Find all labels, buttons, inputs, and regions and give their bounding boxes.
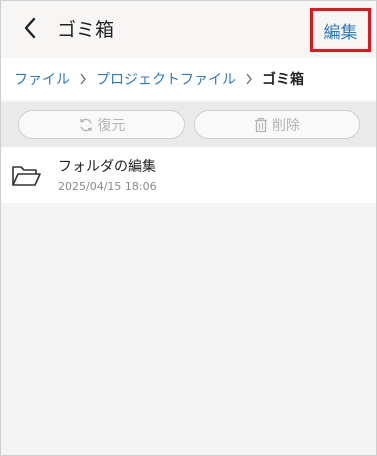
chevron-left-icon (23, 17, 37, 43)
list-item[interactable]: フォルダの編集 2025/04/15 18:06 (1, 147, 376, 203)
breadcrumb-item-project-files[interactable]: プロジェクトファイル (96, 69, 236, 89)
chevron-right-icon (79, 73, 87, 85)
refresh-icon (78, 117, 94, 133)
folder-open-icon (11, 164, 41, 192)
page-title: ゴミ箱 (57, 19, 115, 41)
back-button[interactable] (15, 16, 45, 44)
breadcrumb: ファイル プロジェクトファイル ゴミ箱 (1, 58, 376, 100)
restore-label: 復元 (97, 117, 126, 134)
app-frame: ゴミ箱 編集 ファイル プロジェクトファイル ゴミ箱 復元 削除 フォルダの編集… (0, 0, 377, 456)
edit-button[interactable]: 編集 (310, 8, 371, 52)
trash-icon (254, 117, 268, 133)
breadcrumb-item-trash: ゴミ箱 (262, 72, 304, 88)
header: ゴミ箱 編集 (1, 1, 376, 58)
chevron-right-icon (245, 73, 253, 85)
delete-button[interactable]: 削除 (194, 110, 360, 139)
item-name: フォルダの編集 (58, 159, 156, 175)
breadcrumb-item-files[interactable]: ファイル (14, 69, 70, 89)
restore-button[interactable]: 復元 (18, 110, 185, 139)
delete-label: 削除 (272, 117, 300, 134)
action-toolbar: 復元 削除 (1, 102, 376, 147)
item-date: 2025/04/15 18:06 (58, 180, 157, 193)
